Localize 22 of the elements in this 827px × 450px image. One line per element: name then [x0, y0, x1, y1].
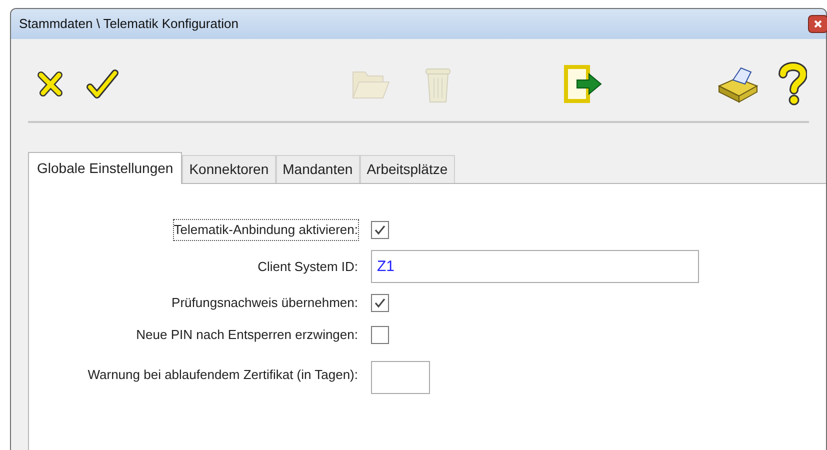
field-label: Warnung bei ablaufendem Zertifikat (in Tagen):: [86, 366, 359, 384]
help-question-icon[interactable]: [777, 62, 807, 106]
checkmark-icon[interactable]: [85, 67, 119, 101]
text-field[interactable]: Z1: [371, 250, 699, 283]
check-icon: [374, 224, 386, 236]
tab[interactable]: Konnektoren: [182, 155, 276, 183]
field-label: Telematik-Anbindung aktivieren:: [172, 219, 359, 241]
tab[interactable]: Arbeitsplätze: [360, 155, 455, 183]
field-label: Neue PIN nach Entsperren erzwingen:: [135, 326, 359, 344]
tab[interactable]: Globale Einstellungen: [28, 152, 182, 184]
close-icon: [813, 19, 823, 29]
close-button[interactable]: [808, 15, 827, 33]
window-title: Stammdaten \ Telematik Konfiguration: [19, 15, 238, 34]
tab[interactable]: Mandanten: [276, 155, 360, 183]
cancel-x-icon[interactable]: [35, 69, 65, 99]
checkbox[interactable]: [371, 221, 389, 239]
field-label: Client System ID:: [256, 258, 359, 276]
check-icon: [374, 297, 386, 309]
checkbox[interactable]: [371, 326, 389, 344]
text-field[interactable]: [371, 361, 430, 394]
field-label: Prüfungsnachweis übernehmen:: [170, 294, 359, 312]
checkbox[interactable]: [371, 294, 389, 312]
